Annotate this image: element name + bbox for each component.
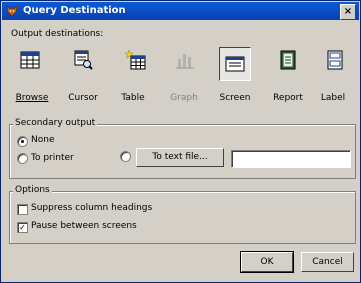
label-icon — [327, 50, 343, 70]
suppress-headings-checkbox[interactable] — [17, 204, 28, 215]
window-title: Query Destination — [23, 5, 126, 16]
table-icon — [124, 50, 146, 70]
query-destination-dialog: Query Destination × Output destinations: — [0, 0, 361, 283]
ok-button[interactable]: OK — [240, 251, 294, 273]
report-icon — [280, 50, 296, 70]
label-button[interactable] — [321, 46, 349, 74]
browse-icon — [20, 51, 40, 69]
suppress-headings-label: Suppress column headings — [31, 203, 153, 213]
options-title: Options — [13, 185, 52, 195]
report-label: Report — [273, 93, 303, 103]
printer-radio[interactable] — [17, 153, 28, 164]
none-label: None — [31, 135, 55, 145]
textfile-radio[interactable] — [120, 151, 131, 162]
cursor-button[interactable] — [69, 46, 97, 74]
close-button[interactable]: × — [340, 4, 356, 20]
screen-label: Screen — [219, 93, 251, 103]
none-radio[interactable] — [17, 136, 28, 147]
to-text-file-button[interactable]: To text file... — [136, 148, 224, 167]
screen-icon — [225, 56, 245, 72]
cursor-label: Cursor — [68, 93, 98, 103]
label-label: Label — [320, 93, 346, 103]
cursor-icon — [74, 50, 93, 70]
title-bar: Query Destination × — [2, 2, 359, 20]
secondary-output-title: Secondary output — [13, 118, 98, 128]
screen-button[interactable] — [219, 47, 251, 81]
printer-label: To printer — [31, 153, 74, 163]
options-group — [9, 191, 356, 244]
graph-label: Graph — [170, 93, 198, 103]
browse-button[interactable] — [16, 46, 44, 74]
cancel-button[interactable]: Cancel — [301, 252, 354, 272]
fox-app-icon — [6, 5, 18, 17]
text-file-path-field[interactable] — [231, 150, 351, 168]
graph-button[interactable] — [171, 46, 199, 74]
graph-icon — [176, 54, 194, 69]
table-label: Table — [121, 93, 145, 103]
table-button[interactable] — [121, 46, 149, 74]
pause-between-screens-checkbox[interactable]: ✓ — [17, 222, 28, 233]
pause-between-screens-label: Pause between screens — [31, 221, 137, 231]
browse-label: Browse — [15, 93, 49, 103]
output-destinations-label: Output destinations: — [11, 29, 104, 39]
report-button[interactable] — [274, 46, 302, 74]
